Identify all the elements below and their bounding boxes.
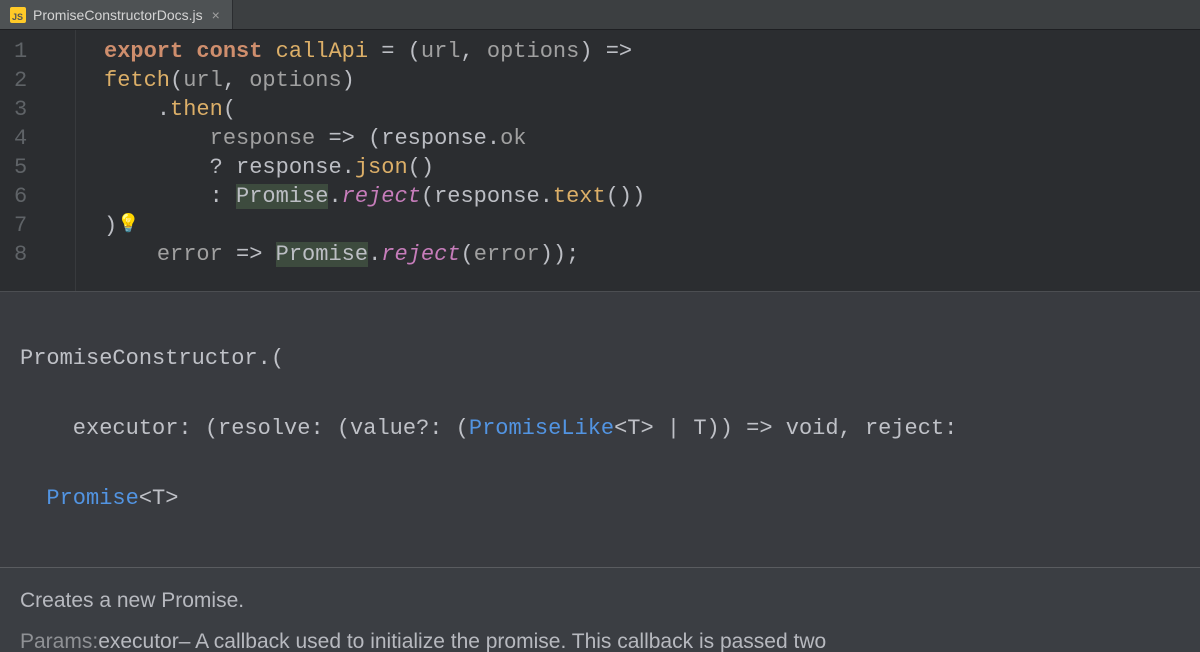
tab-bar: JS PromiseConstructorDocs.js ×: [0, 0, 1200, 30]
arrow: ) =>: [579, 39, 632, 64]
doc-brief: Creates a new Promise.: [20, 584, 1180, 617]
line-number[interactable]: 4: [0, 124, 75, 153]
dot: .: [487, 126, 500, 151]
dot: .: [368, 242, 381, 267]
params-label: Params:: [20, 625, 98, 652]
identifier: response: [434, 184, 540, 209]
sig-line-2: executor: (resolve: (value?: (PromiseLik…: [20, 411, 1180, 446]
promise-identifier: Promise: [276, 242, 368, 267]
sig-text: executor: (resolve: (value?: (: [20, 416, 469, 441]
code-line-8[interactable]: error => Promise.reject(error));: [104, 240, 1200, 269]
paren: (: [170, 68, 183, 93]
code-line-7[interactable]: )💡: [104, 211, 1200, 240]
code-line-3[interactable]: .then(: [104, 95, 1200, 124]
sig-line-3: Promise<T>: [20, 481, 1180, 516]
dot: .: [157, 97, 170, 122]
identifier: response: [381, 126, 487, 151]
paren: (: [421, 184, 434, 209]
param: url: [183, 68, 223, 93]
method: json: [355, 155, 408, 180]
close-icon[interactable]: ×: [210, 7, 222, 23]
line-number[interactable]: 5: [0, 153, 75, 182]
code-line-6[interactable]: : Promise.reject(response.text()): [104, 182, 1200, 211]
line-number[interactable]: 3: [0, 95, 75, 124]
paren: ): [342, 68, 355, 93]
dot: .: [540, 184, 553, 209]
code-line-1[interactable]: export const callApi = (url, options) =>: [104, 37, 1200, 66]
editor-area: 1 2 3 4 5 6 7 8 export const callApi = (…: [0, 30, 1200, 291]
paren: (: [223, 97, 236, 122]
sig-text: <T>: [139, 486, 179, 511]
ternary: :: [210, 184, 236, 209]
promise-identifier: Promise: [236, 184, 328, 209]
sig-return-type: Promise: [46, 486, 138, 511]
line-number[interactable]: 1: [0, 37, 75, 66]
call: (): [408, 155, 434, 180]
comma: ,: [223, 68, 249, 93]
line-number[interactable]: 8: [0, 240, 75, 269]
comma: ,: [460, 39, 486, 64]
param: url: [421, 39, 461, 64]
keyword-const: const: [196, 39, 262, 64]
function-name: callApi: [276, 39, 368, 64]
param: options: [487, 39, 579, 64]
line-number[interactable]: 2: [0, 66, 75, 95]
param-desc: – A callback used to initialize the prom…: [179, 625, 826, 652]
identifier: response: [236, 155, 342, 180]
method: text: [553, 184, 606, 209]
sig-line-1: PromiseConstructor.(: [20, 341, 1180, 376]
gutter: 1 2 3 4 5 6 7 8: [0, 30, 76, 291]
param: options: [249, 68, 341, 93]
editor-tab[interactable]: JS PromiseConstructorDocs.js ×: [0, 0, 233, 29]
param: error: [474, 242, 540, 267]
reject-method: reject: [342, 184, 421, 209]
reject-method: reject: [381, 242, 460, 267]
dot: .: [328, 184, 341, 209]
param: error: [157, 242, 223, 267]
sig-text: <T> | T)) => void, reject:: [614, 416, 957, 441]
code-line-5[interactable]: ? response.json(): [104, 153, 1200, 182]
method: then: [170, 97, 223, 122]
function-call: fetch: [104, 68, 170, 93]
sig-type: PromiseLike: [469, 416, 614, 441]
paren: ): [104, 213, 117, 238]
tab-filename: PromiseConstructorDocs.js: [33, 7, 203, 23]
doc-params: Params: executor – A callback used to in…: [20, 625, 1180, 652]
param: response: [210, 126, 316, 151]
arrow: =>: [223, 242, 276, 267]
arrow: => (: [315, 126, 381, 151]
property: ok: [500, 126, 526, 151]
tail: ));: [540, 242, 580, 267]
ternary: ?: [210, 155, 236, 180]
paren: (: [460, 242, 473, 267]
code-line-4[interactable]: response => (response.ok: [104, 124, 1200, 153]
operator: = (: [368, 39, 421, 64]
param-name: executor: [98, 625, 179, 652]
js-file-icon: JS: [10, 7, 26, 23]
code-line-2[interactable]: fetch(url, options): [104, 66, 1200, 95]
lightbulb-icon[interactable]: 💡: [117, 211, 139, 240]
dot: .: [342, 155, 355, 180]
line-number[interactable]: 7: [0, 211, 75, 240]
line-number[interactable]: 6: [0, 182, 75, 211]
call: ()): [606, 184, 646, 209]
code-area[interactable]: export const callApi = (url, options) =>…: [76, 30, 1200, 291]
signature-tooltip: PromiseConstructor.( executor: (resolve:…: [0, 291, 1200, 568]
documentation-tooltip: Creates a new Promise. Params: executor …: [0, 568, 1200, 652]
keyword-export: export: [104, 39, 183, 64]
